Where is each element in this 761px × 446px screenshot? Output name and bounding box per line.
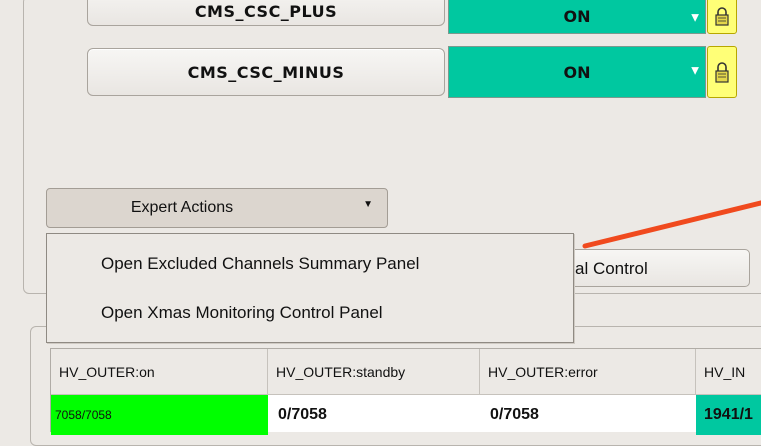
lock-icon: [715, 62, 729, 83]
state-select-minus[interactable]: ON ▼: [448, 46, 706, 98]
expert-actions-menu: Open Excluded Channels Summary Panel Ope…: [46, 233, 574, 343]
partition-label-plus: CMS_CSC_PLUS: [194, 1, 338, 21]
menu-item-excluded-channels[interactable]: Open Excluded Channels Summary Panel: [101, 254, 419, 274]
table-header: HV_OUTER:standby: [268, 349, 480, 395]
table-header: HV_OUTER:on: [51, 349, 268, 395]
expert-actions-dropdown[interactable]: Expert Actions ▼: [46, 188, 388, 228]
state-label-minus: ON: [563, 62, 591, 82]
menu-item-xmas-monitoring[interactable]: Open Xmas Monitoring Control Panel: [101, 303, 383, 323]
partition-button-minus[interactable]: CMS_CSC_MINUS: [87, 48, 445, 96]
table-header: HV_IN: [696, 349, 761, 395]
state-label-plus: ON: [563, 6, 591, 26]
lock-icon: [715, 7, 729, 26]
partition-label-minus: CMS_CSC_MINUS: [187, 62, 345, 82]
chevron-down-icon: ▼: [691, 11, 699, 23]
table-cell-inner-on: 1941/1: [696, 395, 761, 435]
control-button-label: al Control: [575, 259, 648, 278]
chevron-down-icon: ▼: [363, 199, 373, 210]
expert-actions-label: Expert Actions: [130, 199, 234, 216]
state-select-plus[interactable]: ON ▼: [448, 0, 706, 34]
table-cell-on: 7058/7058: [51, 395, 268, 435]
table-header: HV_OUTER:error: [480, 349, 696, 395]
lock-button-minus[interactable]: [707, 46, 737, 98]
chevron-down-icon: ▼: [691, 65, 699, 77]
partition-button-plus[interactable]: CMS_CSC_PLUS: [87, 0, 445, 26]
table-cell-error: 0/7058: [490, 406, 539, 423]
table-cell-standby: 0/7058: [278, 406, 327, 423]
lock-button-plus[interactable]: [707, 0, 737, 34]
hv-summary-table: HV_OUTER:on HV_OUTER:standby HV_OUTER:er…: [50, 348, 761, 435]
